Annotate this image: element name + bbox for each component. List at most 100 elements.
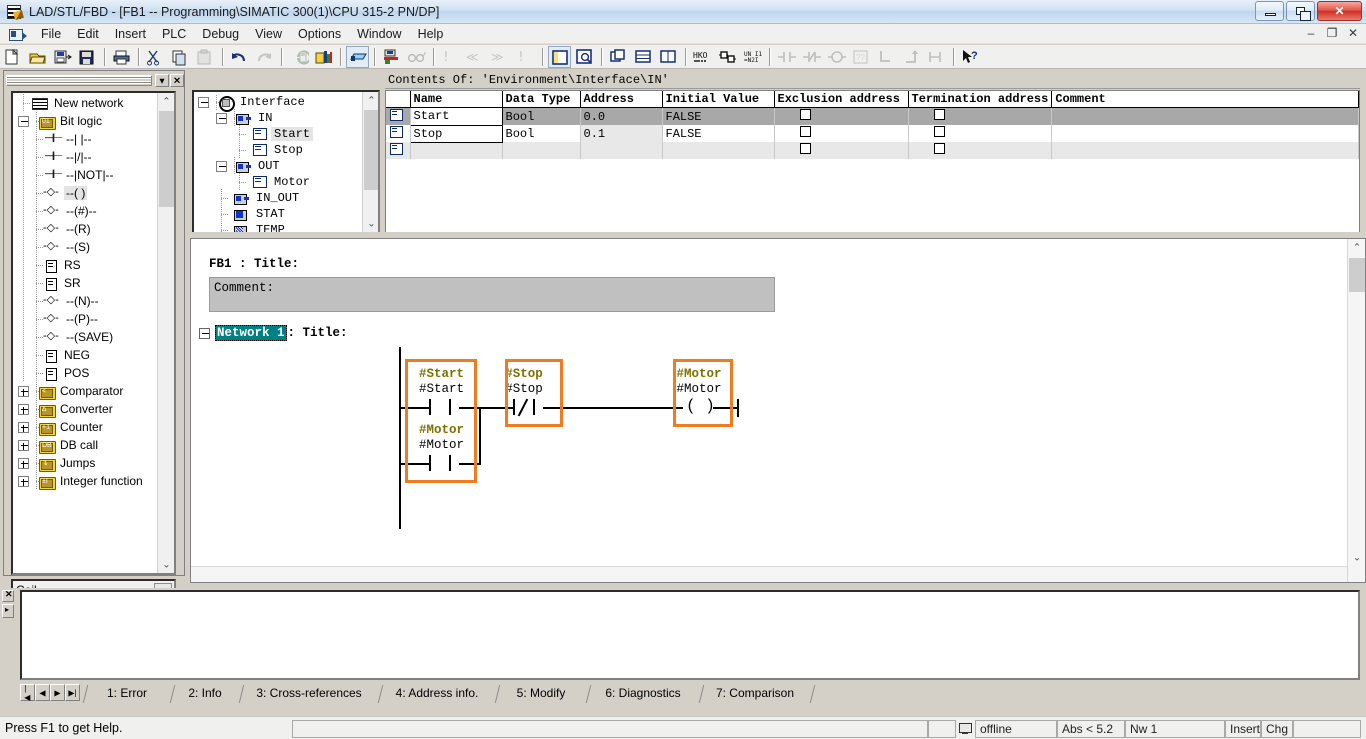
monitor-icon[interactable] — [346, 45, 369, 68]
element-tree-item[interactable]: POS — [14, 364, 159, 382]
cell-exclusion-address[interactable] — [774, 107, 909, 125]
cell-initvalue[interactable]: FALSE — [662, 107, 775, 125]
col-exclusion[interactable]: Exclusion address — [774, 91, 909, 108]
element-tree-item[interactable]: +1 Counter — [14, 418, 159, 436]
close-button[interactable]: ✕ — [1317, 1, 1362, 21]
interface-tree-item[interactable]: Motor — [194, 173, 364, 191]
interface-tree-item[interactable]: IN — [194, 109, 364, 127]
download-monitor-icon[interactable] — [380, 46, 403, 68]
connector-icon[interactable] — [925, 46, 948, 68]
output-tab[interactable]: 5: Modify — [500, 684, 582, 702]
prev-tab-icon[interactable]: ◀ — [35, 684, 50, 701]
normally-open-contact-icon[interactable] — [775, 46, 798, 68]
goto-first-error-icon[interactable]: ! — [439, 46, 462, 68]
element-tree-item[interactable]: --(SAVE) — [14, 328, 159, 346]
element-tree-item[interactable]: RS — [14, 256, 159, 274]
overview-icon[interactable] — [573, 46, 596, 68]
element-tree-item[interactable]: SR — [14, 274, 159, 292]
symbol-table-icon[interactable] — [632, 46, 655, 68]
cell-termination-address[interactable] — [908, 142, 1053, 159]
scrollbar-thumb[interactable] — [1349, 258, 1365, 292]
checkbox-unchecked[interactable] — [799, 126, 811, 137]
col-termination[interactable]: Termination address — [908, 91, 1053, 108]
element-tree-item[interactable]: --( ) — [14, 184, 159, 202]
open-folder-icon[interactable] — [26, 46, 49, 68]
output-content-area[interactable] — [20, 590, 1360, 680]
menu-window[interactable]: Window — [349, 25, 409, 43]
checkbox-unchecked[interactable] — [933, 126, 945, 137]
checkbox-unchecked[interactable] — [933, 109, 945, 120]
element-tree-item[interactable]: --(N)-- — [14, 292, 159, 310]
interface-tree[interactable]: Interface IN Start Stop OUT Motor IN_OUT STAT TE… — [192, 90, 380, 234]
ladder-editor[interactable]: FB1 : Title: Comment: Network 1 : Title: — [190, 238, 1366, 583]
checkbox-unchecked[interactable] — [799, 109, 811, 120]
col-initvalue[interactable]: Initial Value — [662, 91, 775, 108]
expand-icon[interactable] — [18, 475, 29, 487]
cell-termination-address[interactable] — [908, 107, 1053, 125]
element-tree-item[interactable]: 01 Bit logic — [14, 112, 159, 130]
table-row[interactable] — [386, 142, 1359, 159]
cell-name[interactable]: Start — [409, 107, 503, 126]
col-name[interactable]: Name — [410, 91, 503, 108]
collapse-icon[interactable] — [216, 160, 227, 172]
goto-next-error-icon[interactable]: ≫ — [489, 46, 512, 68]
expand-icon[interactable] — [18, 385, 29, 397]
download-plc-icon[interactable] — [287, 46, 310, 68]
maximize-button[interactable] — [1286, 1, 1315, 21]
empty-box-icon[interactable]: ?? — [850, 46, 873, 68]
network-title[interactable]: : Title: — [288, 326, 348, 340]
element-tree-item[interactable]: --(R) — [14, 220, 159, 238]
scroll-up-icon[interactable]: ⌃ — [1348, 239, 1365, 256]
cell-address[interactable]: 0.0 — [580, 107, 663, 125]
collapse-icon[interactable] — [198, 96, 209, 108]
row-icon-cell[interactable] — [386, 107, 411, 125]
menu-view[interactable]: View — [247, 25, 290, 43]
menu-edit[interactable]: Edit — [69, 25, 107, 43]
branch-close-icon[interactable] — [900, 46, 923, 68]
expand-icon[interactable] — [18, 457, 29, 469]
element-tree-item[interactable]: < Comparator — [14, 382, 159, 400]
collapse-icon[interactable] — [18, 115, 29, 127]
ladder-canvas[interactable]: FB1 : Title: Comment: Network 1 : Title: — [191, 239, 1347, 566]
last-tab-icon[interactable]: ▶| — [65, 684, 80, 701]
goto-last-error-icon[interactable]: ! — [514, 46, 537, 68]
cell-exclusion-address[interactable] — [774, 142, 909, 159]
element-tree-item[interactable]: ±I Integer function — [14, 472, 159, 490]
symbol-selection-icon[interactable] — [657, 46, 680, 68]
menu-file[interactable]: File — [33, 25, 69, 43]
element-tree-item[interactable]: --|NOT|-- — [14, 166, 159, 184]
cell-address[interactable] — [580, 142, 663, 159]
output-tab[interactable]: 1: Error — [88, 684, 166, 702]
col-datatype[interactable]: Data Type — [502, 91, 581, 108]
checkbox-unchecked[interactable] — [933, 143, 945, 154]
interface-tree-item[interactable]: STAT — [194, 205, 364, 223]
show-declaration-icon[interactable] — [548, 45, 571, 68]
cut-scissors-icon[interactable] — [144, 46, 167, 68]
goto-prev-error-icon[interactable]: ≪ — [464, 46, 487, 68]
col-icon[interactable] — [386, 91, 411, 108]
output-expand-icon[interactable] — [2, 604, 14, 618]
panel-grip[interactable] — [6, 75, 152, 86]
output-close-icon[interactable] — [2, 589, 14, 602]
cell-datatype[interactable]: Bool — [502, 107, 581, 125]
upload-plc-icon[interactable] — [312, 46, 335, 68]
element-tree-item[interactable]: DB DB call — [14, 436, 159, 454]
element-tree-item[interactable]: --(#)-- — [14, 202, 159, 220]
interface-tree-item[interactable]: Start — [194, 125, 364, 143]
block-comment-box[interactable]: Comment: — [209, 277, 775, 312]
cell-comment[interactable] — [1051, 142, 1359, 159]
paste-icon[interactable] — [194, 46, 217, 68]
output-tab[interactable]: 2: Info — [175, 684, 235, 702]
cell-initvalue[interactable] — [662, 142, 775, 159]
checkbox-unchecked[interactable] — [799, 143, 811, 154]
element-tree-item[interactable]: --(S) — [14, 238, 159, 256]
row-icon-cell[interactable] — [386, 125, 411, 142]
scroll-up-icon[interactable]: ⌃ — [158, 93, 174, 110]
cell-address[interactable]: 0.1 — [580, 125, 663, 142]
normally-closed-contact-icon[interactable] — [800, 46, 823, 68]
table-row[interactable]: Start Bool 0.0 FALSE — [386, 107, 1359, 126]
minus-box-icon[interactable] — [199, 327, 210, 339]
stl-view-icon[interactable]: UN I1 =N2I — [741, 46, 764, 68]
scroll-down-icon[interactable]: ⌄ — [158, 556, 174, 573]
redo-arrow-icon[interactable] — [253, 46, 276, 68]
